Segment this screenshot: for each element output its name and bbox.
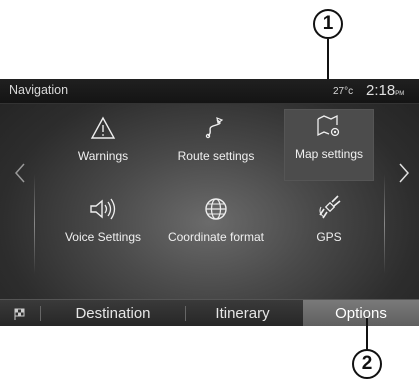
right-divider: [384, 174, 385, 274]
tile-coordinate-format[interactable]: Coordinate format: [168, 192, 264, 262]
clock-time: 2:18: [366, 82, 396, 99]
left-divider: [34, 174, 35, 274]
chevron-left-icon: [15, 163, 25, 183]
warning-icon: [90, 116, 116, 139]
tile-gps-label: GPS: [316, 230, 342, 244]
tile-map-settings[interactable]: Map settings: [284, 109, 374, 181]
page-title: Navigation: [9, 83, 69, 97]
tab-itinerary[interactable]: Itinerary: [186, 300, 299, 326]
navigation-screen: Navigation 27°c 2:18PM Warnings Route se…: [0, 79, 419, 326]
globe-icon: [205, 198, 227, 220]
tile-warnings-label: Warnings: [77, 149, 129, 163]
tile-coordinate-format-label: Coordinate format: [167, 230, 265, 244]
tile-voice-settings[interactable]: Voice Settings: [58, 192, 148, 262]
previous-page-arrow[interactable]: [10, 151, 30, 195]
temperature-readout: 27°c: [333, 86, 354, 97]
map-settings-icon: [317, 114, 340, 137]
tile-route-settings-label: Route settings: [177, 149, 255, 163]
next-page-arrow[interactable]: [394, 151, 414, 195]
clock-ampm: PM: [395, 91, 405, 97]
flag-icon: [14, 308, 25, 320]
status-bar: Navigation 27°c 2:18PM: [0, 79, 419, 104]
chevron-right-icon: [399, 163, 409, 183]
tile-warnings[interactable]: Warnings: [58, 111, 148, 181]
callout-2-leader: [366, 318, 368, 350]
tab-options[interactable]: Options: [303, 300, 419, 326]
callout-1: 1: [313, 9, 343, 39]
speaker-icon: [90, 198, 116, 220]
tile-voice-settings-label: Voice Settings: [64, 230, 142, 244]
clock: 2:18PM: [366, 82, 404, 99]
tab-bar: Destination Itinerary Options: [0, 299, 419, 326]
route-icon: [205, 117, 224, 139]
tab-destination[interactable]: Destination: [41, 300, 185, 326]
tile-gps[interactable]: GPS: [284, 192, 374, 262]
satellite-icon: [319, 195, 341, 219]
callout-2: 2: [352, 349, 382, 379]
tile-map-settings-label: Map settings: [294, 147, 364, 161]
tile-route-settings[interactable]: Route settings: [171, 111, 261, 181]
tab-flag[interactable]: [0, 300, 40, 326]
